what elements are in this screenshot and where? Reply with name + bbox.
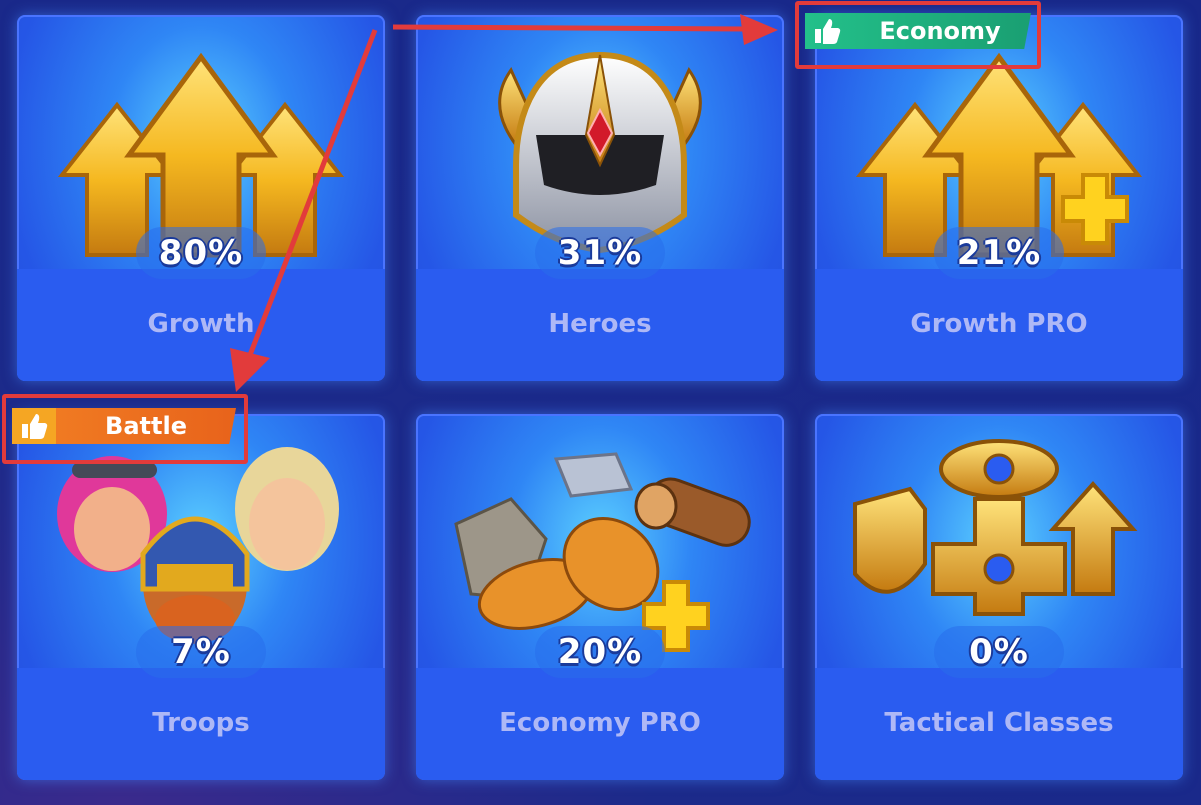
thumbs-up-icon — [12, 408, 56, 444]
card-percent: 20% — [557, 632, 643, 672]
thumbs-up-icon — [805, 13, 849, 49]
card-label: Tactical Classes — [884, 708, 1114, 738]
card-percent: 80% — [158, 233, 244, 273]
card-growth[interactable]: 80% Growth — [17, 15, 385, 381]
battle-tag-label: Battle — [105, 412, 187, 440]
card-percent: 21% — [956, 233, 1042, 273]
battle-tag: Battle — [12, 406, 236, 446]
card-percent: 31% — [557, 233, 643, 273]
card-troops[interactable]: 7% Troops — [17, 414, 385, 780]
card-economy-pro[interactable]: 20% Economy PRO — [416, 414, 784, 780]
card-heroes[interactable]: 31% Heroes — [416, 15, 784, 381]
economy-tag: Economy — [805, 11, 1031, 51]
card-label: Growth — [147, 309, 255, 339]
card-tactical-classes[interactable]: 0% Tactical Classes — [815, 414, 1183, 780]
card-label: Heroes — [548, 309, 652, 339]
economy-tag-label: Economy — [879, 17, 1001, 45]
card-growth-pro[interactable]: 21% Growth PRO — [815, 15, 1183, 381]
card-percent: 7% — [171, 632, 231, 672]
card-label: Growth PRO — [910, 309, 1088, 339]
card-label: Economy PRO — [499, 708, 701, 738]
card-percent: 0% — [969, 632, 1029, 672]
card-label: Troops — [152, 708, 250, 738]
